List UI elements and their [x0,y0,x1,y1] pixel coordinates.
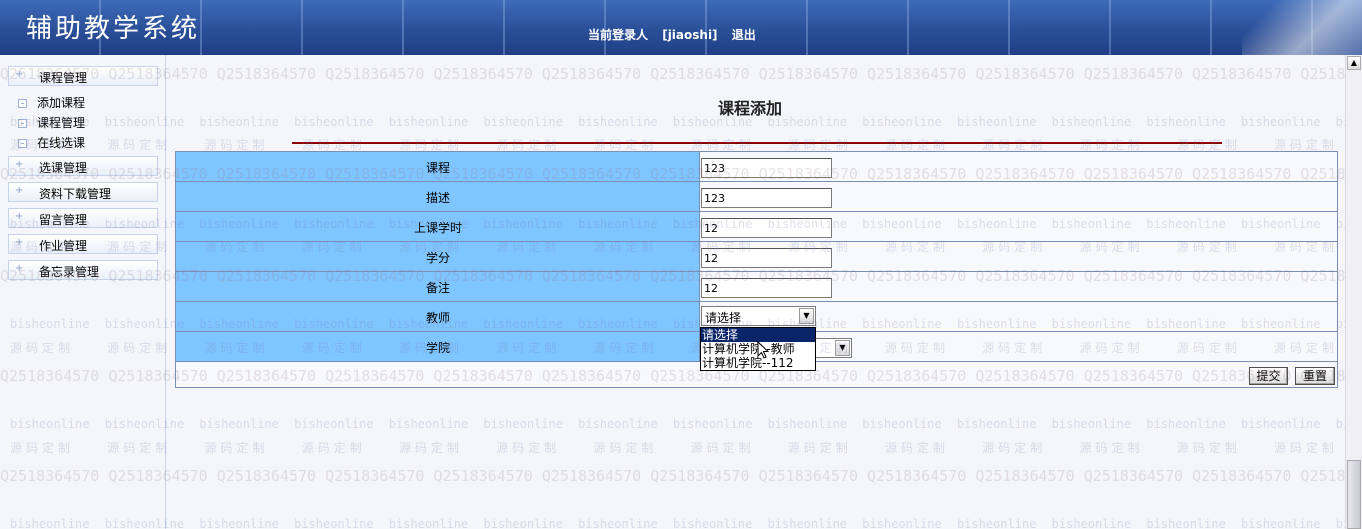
scroll-up-icon[interactable]: ▲ [1347,56,1361,70]
mouse-cursor-icon [757,341,769,359]
title-divider [292,142,1222,144]
sidebar: + 课程管理 添加课程 课程管理 在线选课 + 选课管理 + 资料下载管理 + … [0,55,166,529]
plus-icon: + [15,237,24,248]
sidebar-item-label: 添加课程 [37,96,86,110]
sidebar-item-label: 课程管理 [37,116,86,130]
plus-icon: + [15,263,24,274]
field-label-cell: 课程 [176,152,700,181]
sidebar-item-label: 在线选课 [37,136,86,150]
field-input-cell [701,152,1337,181]
plus-icon: + [15,159,24,170]
sidebar-group-label: 课程管理 [39,71,88,85]
field-input-cell [701,212,1337,241]
field-label: 学院 [425,341,450,355]
field-label: 课程 [425,161,450,175]
page-title: 课程添加 [718,99,783,118]
sidebar-group-memo[interactable]: + 备忘录管理 [8,260,158,280]
field-label-cell: 学分 [176,242,700,271]
form-row-description: 描述 [176,182,1337,212]
field-input-cell [701,242,1337,271]
watermark-row: 源码定制 源码定制 源码定制 源码定制 源码定制 源码定制 源码定制 源码定制 … [10,441,1362,455]
minus-box-icon [18,139,27,148]
teacher-select[interactable]: 请选择 ▼ [701,306,816,326]
form-row-course: 课程 [176,152,1337,182]
sidebar-group-label: 备忘录管理 [39,265,100,279]
sidebar-group-homework[interactable]: + 作业管理 [8,234,158,254]
app-title: 辅助教学系统 [26,14,201,44]
teacher-option[interactable]: 请选择 [701,328,815,342]
sidebar-group-label: 选课管理 [39,161,88,175]
watermark-row: bisheonline bisheonline bisheonline bish… [10,517,1362,529]
field-label: 描述 [425,191,450,205]
sidebar-group-course[interactable]: + 课程管理 [8,66,158,86]
field-input-cell [701,272,1337,301]
minus-box-icon [18,119,27,128]
username: [jiaoshi] [662,28,718,42]
watermark-row: bisheonline bisheonline bisheonline bish… [10,417,1362,431]
field-label-cell: 备注 [176,272,700,301]
plus-icon: + [15,211,24,222]
field-label-cell: 教师 [176,302,700,331]
sidebar-group-download[interactable]: + 资料下载管理 [8,182,158,202]
field-label-cell: 描述 [176,182,700,211]
sidebar-item-course-manage[interactable]: 课程管理 [18,114,85,131]
description-input[interactable] [701,188,832,208]
notes-input[interactable] [701,278,832,298]
form-row-notes: 备注 [176,272,1337,302]
hours-input[interactable] [701,218,832,238]
sidebar-group-label: 作业管理 [39,239,88,253]
field-label: 教师 [425,311,450,325]
minus-box-icon [18,99,27,108]
header-glow-decoration [1242,0,1362,55]
login-status: 当前登录人 [jiaoshi] 退出 [588,26,766,43]
course-name-input[interactable] [701,158,832,178]
teacher-select-value: 请选择 [705,311,742,325]
form-row-credits: 学分 [176,242,1337,272]
header-banner: 辅助教学系统 当前登录人 [jiaoshi] 退出 [0,0,1362,55]
reset-button[interactable]: 重置 [1295,367,1335,385]
watermark-row: bisheonline bisheonline bisheonline bish… [10,115,1362,129]
plus-icon: + [15,185,24,196]
field-label: 学分 [425,251,450,265]
sidebar-group-label: 资料下载管理 [39,187,112,201]
plus-icon: + [15,69,24,80]
field-label-cell: 上课学时 [176,212,700,241]
scroll-thumb[interactable] [1347,460,1361,529]
submit-button[interactable]: 提交 [1249,367,1288,385]
watermark-row: Q2518364570 Q2518364570 Q2518364570 Q251… [0,65,1362,83]
sidebar-group-message[interactable]: + 留言管理 [8,208,158,228]
credits-input[interactable] [701,248,832,268]
field-label: 上课学时 [413,221,462,235]
sidebar-item-online-select[interactable]: 在线选课 [18,134,85,151]
logout-link[interactable]: 退出 [732,28,756,42]
sidebar-item-add-course[interactable]: 添加课程 [18,94,85,111]
watermark-row: Q2518364570 Q2518364570 Q2518364570 Q251… [0,467,1362,485]
form-row-hours: 上课学时 [176,212,1337,242]
dropdown-arrow-icon[interactable]: ▼ [835,340,850,356]
field-label: 备注 [425,281,450,295]
sidebar-group-selection[interactable]: + 选课管理 [8,156,158,176]
field-label-cell: 学院 [176,332,700,361]
dropdown-arrow-icon[interactable]: ▼ [799,308,814,324]
sidebar-group-label: 留言管理 [39,213,88,227]
vertical-scrollbar[interactable]: ▲ [1345,55,1362,529]
field-input-cell [701,182,1337,211]
login-label: 当前登录人 [588,28,649,42]
